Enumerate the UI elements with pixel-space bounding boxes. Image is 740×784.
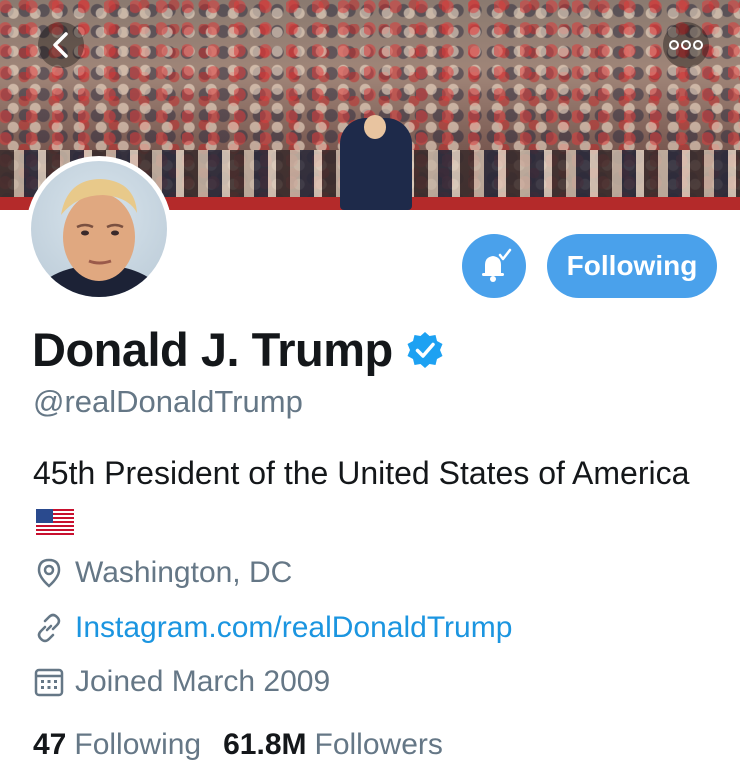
avatar-portrait — [35, 179, 163, 297]
website-link[interactable]: Instagram.com/realDonaldTrump — [75, 611, 512, 645]
more-options-button[interactable] — [663, 22, 709, 68]
following-button[interactable]: Following — [547, 234, 717, 298]
chevron-left-icon — [53, 32, 68, 58]
back-button[interactable] — [38, 22, 84, 68]
banner-speaker-head — [364, 115, 386, 139]
profile-bio: 45th President of the United States of A… — [33, 450, 713, 544]
following-stat[interactable]: 47 Following — [33, 728, 201, 762]
link-icon — [37, 613, 61, 643]
followers-count: 61.8M — [223, 728, 307, 761]
avatar-image — [31, 161, 167, 297]
more-dots-icon — [669, 40, 703, 50]
display-name: Donald J. Trump — [32, 323, 393, 376]
calendar-icon — [34, 668, 64, 697]
joined-text: Joined March 2009 — [75, 665, 331, 698]
profile-website: Instagram.com/realDonaldTrump — [33, 611, 512, 645]
profile-handle: @realDonaldTrump — [33, 384, 303, 419]
profile-stats: 47 Following 61.8M Followers — [33, 728, 443, 762]
location-pin-icon — [37, 558, 61, 588]
bell-check-icon — [482, 248, 512, 282]
profile-joined: Joined March 2009 — [33, 665, 330, 699]
profile-name-row: Donald J. Trump — [32, 322, 445, 377]
verified-badge-icon — [407, 331, 443, 368]
bio-text: 45th President of the United States of A… — [33, 455, 690, 491]
profile-avatar[interactable] — [26, 156, 172, 302]
followers-stat[interactable]: 61.8M Followers — [223, 728, 443, 762]
following-stat-label: Following — [74, 728, 202, 761]
followers-stat-label: Followers — [314, 728, 443, 761]
notifications-bell-button[interactable] — [462, 234, 526, 298]
us-flag-icon — [36, 509, 74, 535]
following-count: 47 — [33, 728, 67, 761]
profile-location: Washington, DC — [33, 556, 292, 590]
location-text: Washington, DC — [75, 556, 293, 589]
